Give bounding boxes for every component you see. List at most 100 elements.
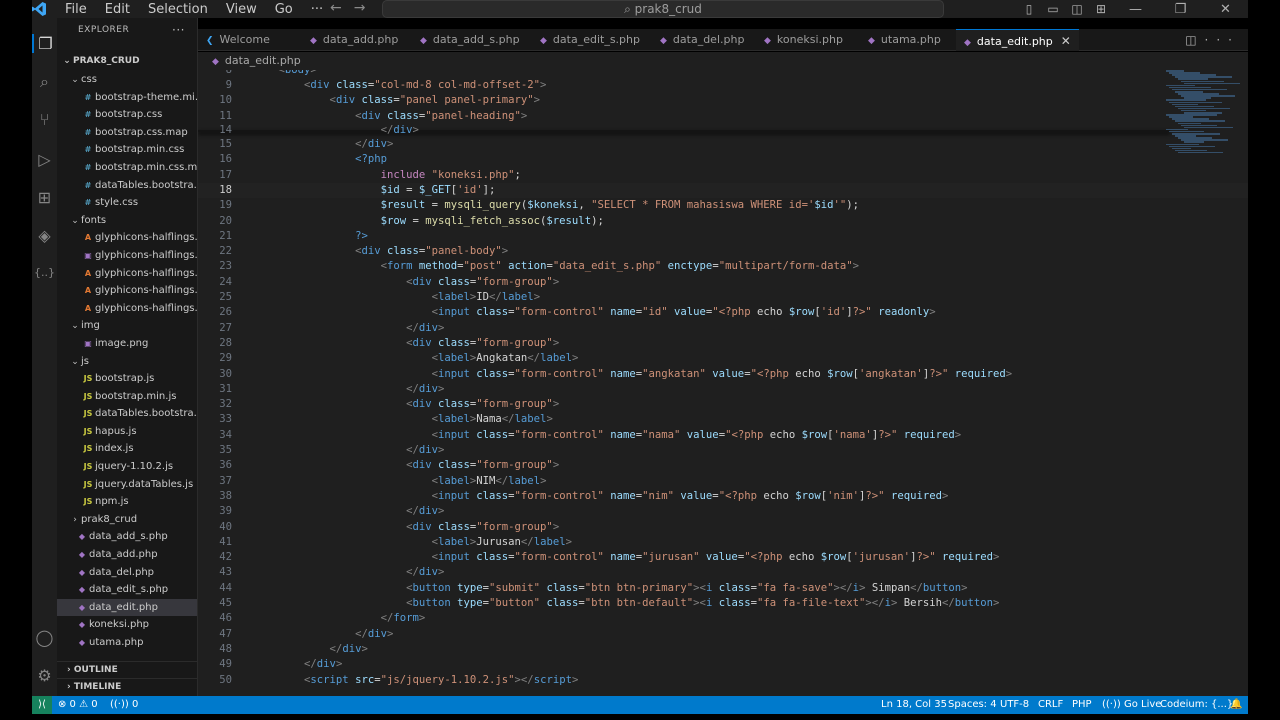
tree-folder[interactable]: ⌄ css	[57, 71, 197, 89]
tree-folder[interactable]: ⌄ fonts	[57, 212, 197, 230]
tree-folder[interactable]: ⌄ js	[57, 353, 197, 371]
code-line[interactable]: 31 </div>	[198, 382, 1248, 397]
tree-file[interactable]: ◆ data_edit.php	[57, 598, 197, 617]
code-line[interactable]: 8 <body>	[198, 70, 1248, 78]
ports-indicator[interactable]: ((·)) 0	[110, 696, 138, 714]
run-debug-icon[interactable]: ▷	[32, 150, 57, 169]
tab-welcome[interactable]: ❮ Welcome	[206, 29, 270, 51]
code-editor[interactable]: 8 <body> 9 <div class="col-md-8 col-md-of…	[198, 70, 1248, 696]
go-live-button[interactable]: ((·)) Go Live	[1102, 696, 1161, 714]
tree-file[interactable]: ◆ data_del.php	[57, 564, 197, 582]
tree-file[interactable]: # bootstrap.css	[57, 106, 197, 124]
notifications-bell-icon[interactable]: 🔔	[1230, 696, 1242, 714]
tree-file[interactable]: JS npm.js	[57, 493, 197, 511]
tab-utama-php[interactable]: ◆ utama.php	[868, 29, 941, 51]
tree-file[interactable]: Aglyphicons-halflings...	[57, 300, 197, 318]
code-line[interactable]: 26 <input class="form-control" name="id"…	[198, 305, 1248, 320]
tree-file[interactable]: # bootstrap-theme.mi...	[57, 89, 197, 107]
tab-data-add-php[interactable]: ◆ data_add.php	[310, 29, 398, 51]
minimize-icon[interactable]: —	[1113, 2, 1158, 17]
nav-arrows[interactable]: ←→	[330, 0, 377, 16]
tree-file[interactable]: JS hapus.js	[57, 423, 197, 441]
tree-file[interactable]: ◆ data_edit_s.php	[57, 581, 197, 599]
code-line[interactable]: 14 </div>	[198, 123, 1248, 138]
code-line[interactable]: 11 <div class="panel-heading">	[198, 109, 1248, 124]
code-line[interactable]: 22 <div class="panel-body">	[198, 244, 1248, 259]
tree-file[interactable]: ◆ koneksi.php	[57, 616, 197, 634]
tree-file[interactable]: JS bootstrap.min.js	[57, 388, 197, 406]
breadcrumb[interactable]: ◆ data_edit.php	[198, 52, 1248, 70]
menu-more-icon[interactable]: ···	[311, 2, 323, 17]
tree-file[interactable]: Aglyphicons-halflings...	[57, 282, 197, 300]
code-line[interactable]: 34 <input class="form-control" name="nam…	[198, 428, 1248, 443]
restore-icon[interactable]: ❐	[1158, 2, 1203, 17]
code-line[interactable]: 33 <label>Nama</label>	[198, 412, 1248, 427]
codeium-status[interactable]: Codeium: {...}	[1160, 696, 1233, 714]
code-line[interactable]: 45 <button type="button" class="btn btn-…	[198, 596, 1248, 611]
code-line[interactable]: 43 </div>	[198, 565, 1248, 580]
code-line[interactable]: 44 <button type="submit" class="btn btn-…	[198, 581, 1248, 596]
code-line[interactable]: 37 <label>NIM</label>	[198, 474, 1248, 489]
files-icon[interactable]: ❐	[32, 34, 57, 53]
toggle-secondary-sidebar-icon[interactable]: ◫	[1065, 2, 1089, 16]
tree-folder[interactable]: › prak8_crud	[57, 511, 197, 529]
problems-indicator[interactable]: ⊗ 0 ⚠ 0	[58, 696, 98, 714]
more-actions-icon[interactable]: ···	[1205, 33, 1240, 47]
tree-file[interactable]: # dataTables.bootstra...	[57, 177, 197, 195]
timeline-section[interactable]: › TIMELINE	[57, 678, 197, 695]
forward-arrow-icon[interactable]: →	[354, 0, 378, 16]
code-line[interactable]: 39 </div>	[198, 504, 1248, 519]
code-line[interactable]: 49 </div>	[198, 657, 1248, 672]
tree-file[interactable]: JS jquery-1.10.2.js	[57, 458, 197, 476]
close-window-icon[interactable]: ✕	[1203, 2, 1248, 17]
tree-file[interactable]: ▣ glyphicons-halflings...	[57, 247, 197, 265]
tree-file[interactable]: # bootstrap.min.css	[57, 141, 197, 159]
tree-file[interactable]: ▣ image.png	[57, 335, 197, 353]
code-line[interactable]: 24 <div class="form-group">	[198, 275, 1248, 290]
code-line[interactable]: 32 <div class="form-group">	[198, 397, 1248, 412]
code-line[interactable]: 20 $row = mysqli_fetch_assoc($result);	[198, 214, 1248, 229]
customize-layout-icon[interactable]: ⊞	[1089, 2, 1113, 16]
tree-file[interactable]: # bootstrap.min.css.m...	[57, 159, 197, 177]
line-ending[interactable]: CRLF	[1038, 696, 1063, 714]
menu-selection[interactable]: Selection	[148, 2, 208, 17]
tree-file[interactable]: Aglyphicons-halflings...	[57, 229, 197, 247]
menu-go[interactable]: Go	[275, 2, 293, 17]
menu-view[interactable]: View	[226, 2, 257, 17]
close-tab-icon[interactable]: ✕	[1061, 34, 1071, 48]
code-line[interactable]: 30 <input class="form-control" name="ang…	[198, 367, 1248, 382]
code-line[interactable]: 29 <label>Angkatan</label>	[198, 351, 1248, 366]
language-mode[interactable]: PHP	[1072, 696, 1092, 714]
tree-folder[interactable]: ⌄ img	[57, 317, 197, 335]
code-line[interactable]: 21 ?>	[198, 229, 1248, 244]
outline-section[interactable]: › OUTLINE	[57, 661, 197, 678]
code-line[interactable]: 38 <input class="form-control" name="nim…	[198, 489, 1248, 504]
indentation[interactable]: Spaces: 4	[948, 696, 997, 714]
code-line[interactable]: 42 <input class="form-control" name="jur…	[198, 550, 1248, 565]
menu-file[interactable]: File	[65, 2, 87, 17]
source-control-icon[interactable]: ⑂	[32, 110, 57, 129]
code-line[interactable]: 40 <div class="form-group">	[198, 520, 1248, 535]
tree-file[interactable]: JS index.js	[57, 440, 197, 458]
code-line[interactable]: 36 <div class="form-group">	[198, 458, 1248, 473]
tab-koneksi-php[interactable]: ◆ koneksi.php	[764, 29, 843, 51]
code-line[interactable]: 25 <label>ID</label>	[198, 290, 1248, 305]
back-arrow-icon[interactable]: ←	[330, 0, 354, 16]
tree-file[interactable]: JS dataTables.bootstra...	[57, 405, 197, 423]
encoding[interactable]: UTF-8	[1000, 696, 1029, 714]
code-line[interactable]: 27 </div>	[198, 321, 1248, 336]
code-line[interactable]: 47 </div>	[198, 627, 1248, 642]
cursor-position[interactable]: Ln 18, Col 35	[881, 696, 947, 714]
json-icon[interactable]: {..}	[32, 266, 57, 279]
code-line[interactable]: 48 </div>	[198, 642, 1248, 657]
tree-file[interactable]: # bootstrap.css.map	[57, 124, 197, 142]
extensions-icon[interactable]: ⊞	[32, 188, 57, 207]
more-actions-icon[interactable]: ···	[172, 18, 185, 42]
code-line[interactable]: 10 <div class="panel panel-primary">	[198, 93, 1248, 108]
tree-file[interactable]: JS jquery.dataTables.js	[57, 476, 197, 494]
code-line[interactable]: 18 $id = $_GET['id'];	[198, 182, 1248, 199]
tree-file[interactable]: Aglyphicons-halflings...	[57, 265, 197, 283]
tab-data-del-php[interactable]: ◆ data_del.php	[660, 29, 744, 51]
code-line[interactable]: 28 <div class="form-group">	[198, 336, 1248, 351]
project-root[interactable]: ⌄ PRAK8_CRUD	[57, 53, 197, 71]
